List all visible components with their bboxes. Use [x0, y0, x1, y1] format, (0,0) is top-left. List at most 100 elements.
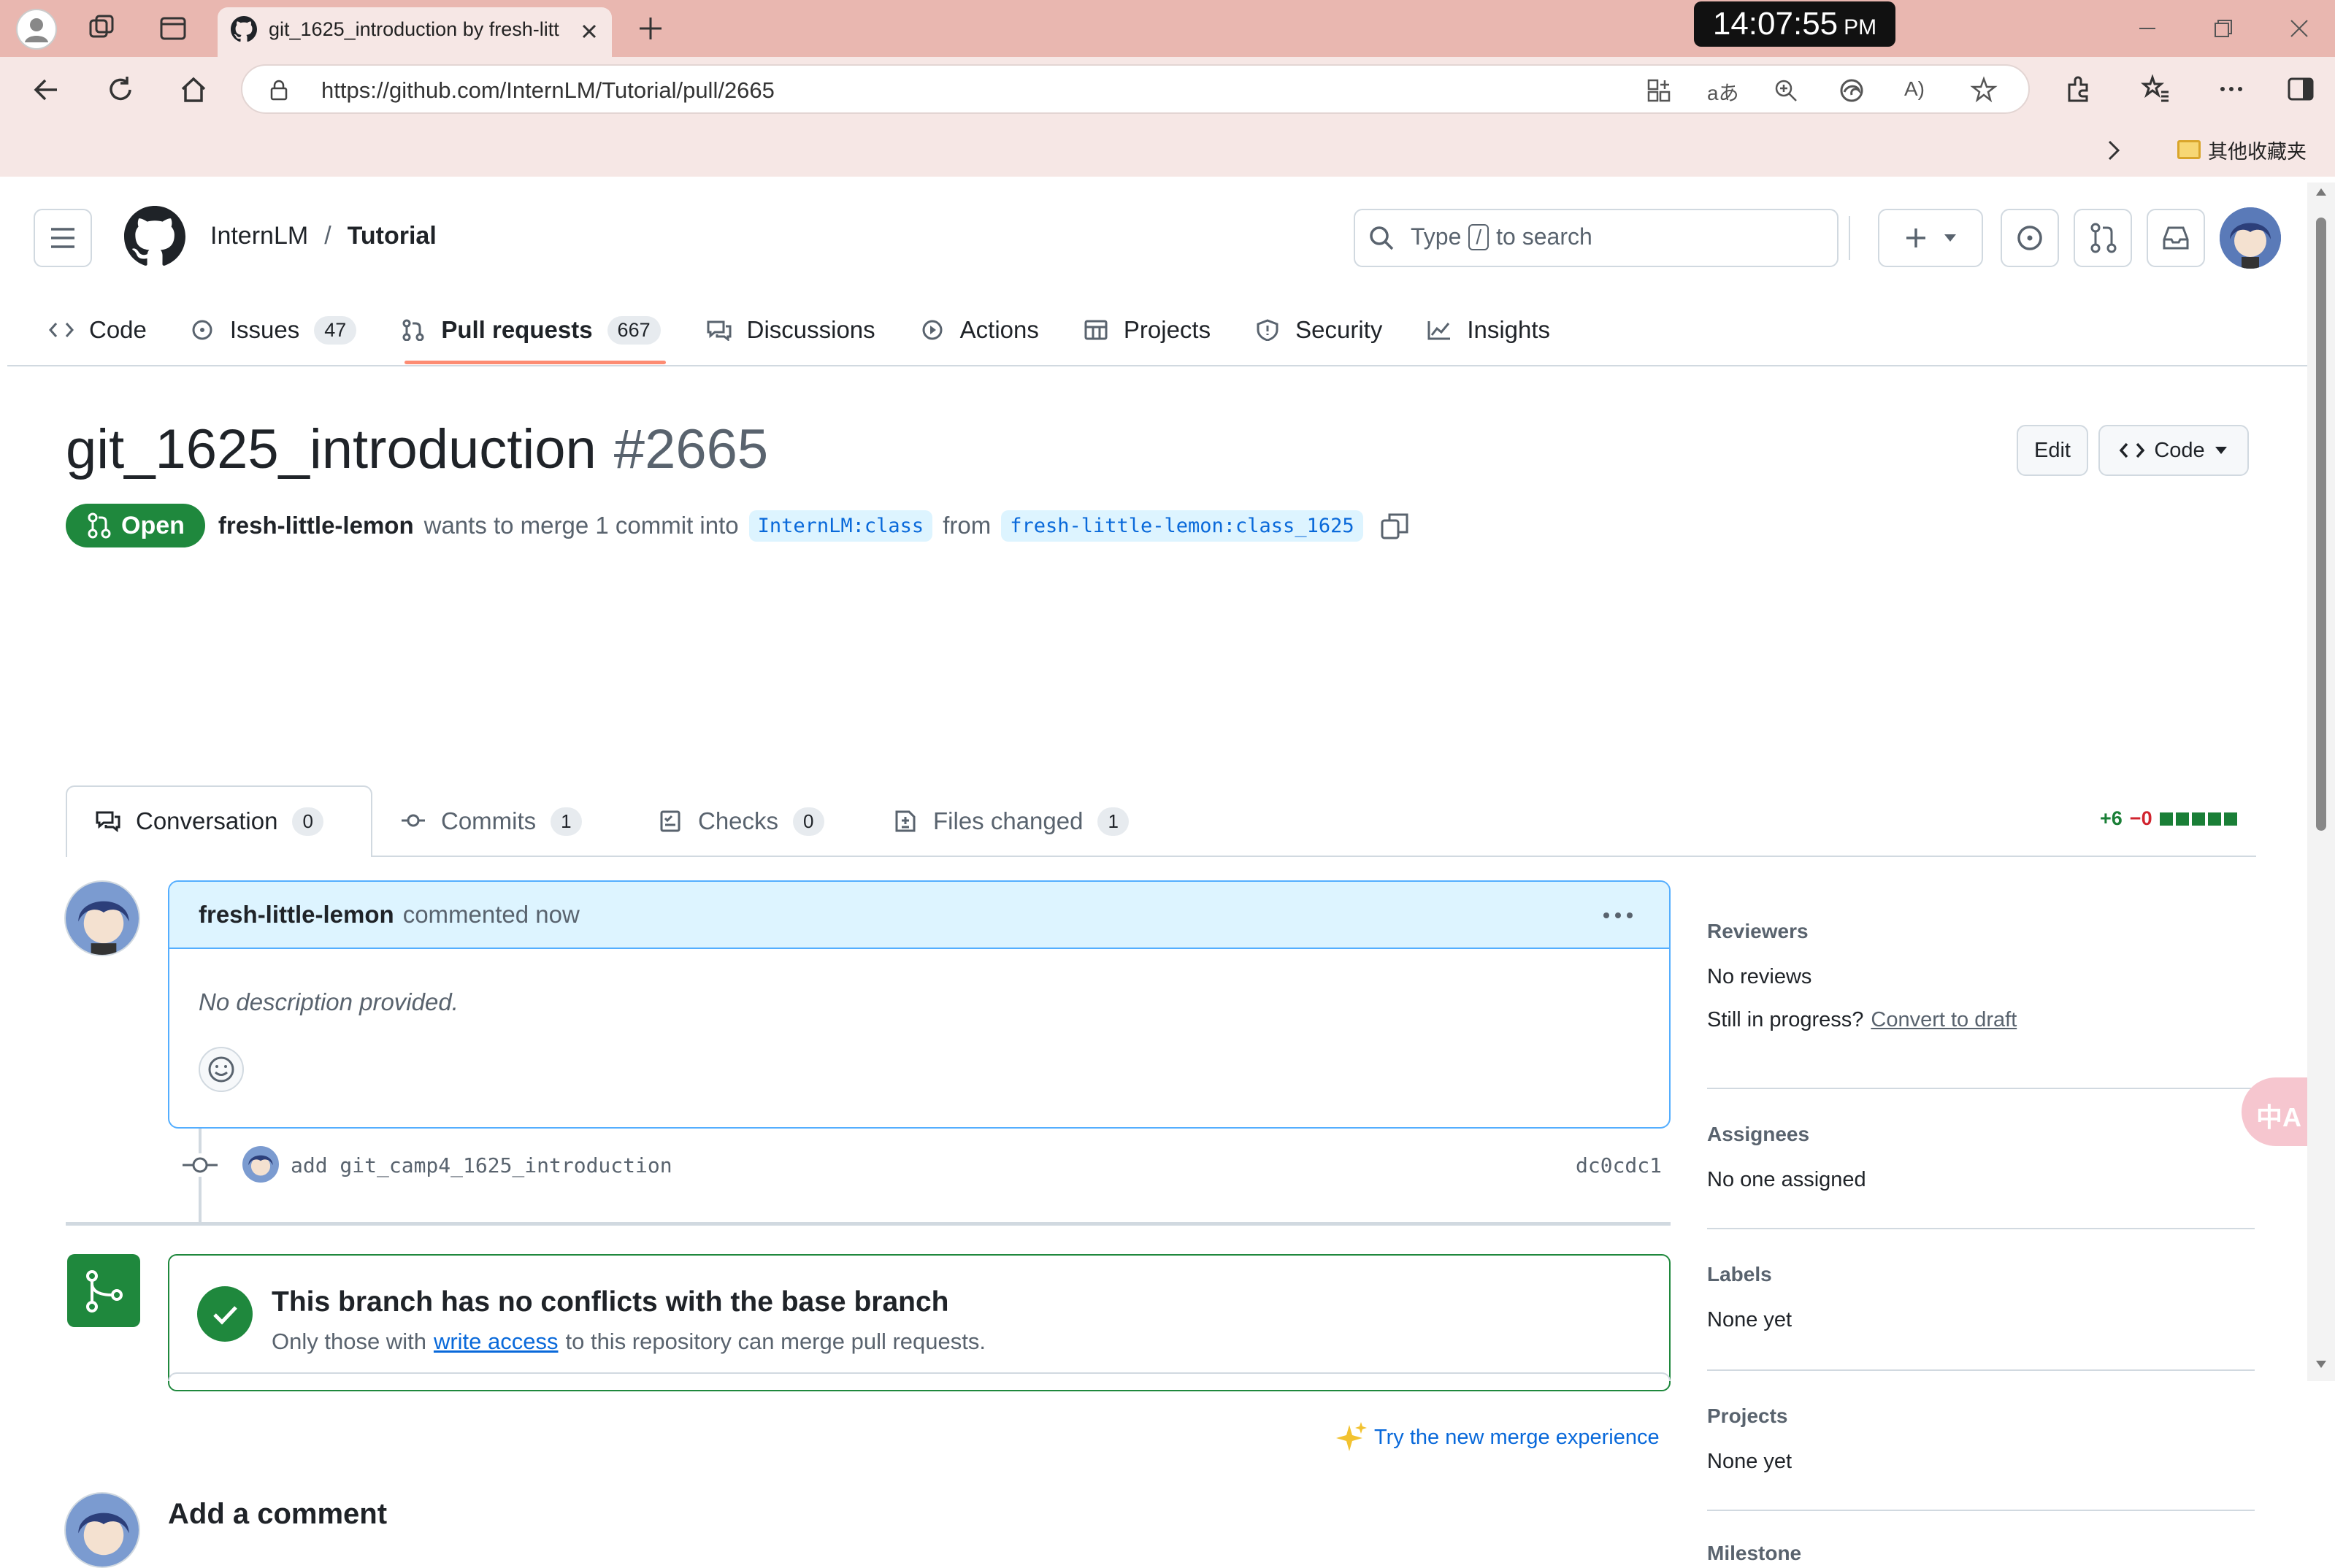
page-scrollbar[interactable] — [2307, 182, 2335, 1381]
read-aloud-icon[interactable]: A) — [1904, 77, 1925, 101]
comment-composer[interactable] — [168, 1372, 1671, 1381]
tab-projects[interactable]: Projects — [1083, 316, 1211, 344]
sidebar-toggle-icon[interactable] — [2287, 76, 2315, 102]
vertical-tabs-icon[interactable] — [158, 13, 188, 44]
minimize-icon[interactable] — [2135, 16, 2160, 41]
tab-label: Pull requests — [441, 316, 593, 343]
tab-insights[interactable]: Insights — [1426, 316, 1550, 344]
sidebar-labels-title[interactable]: Labels — [1707, 1263, 1792, 1286]
convert-to-draft-link[interactable]: Convert to draft — [1871, 1008, 2017, 1032]
close-window-icon[interactable] — [2287, 16, 2312, 41]
refresh-icon[interactable] — [105, 74, 136, 105]
copy-icon[interactable] — [1379, 510, 1410, 541]
repo-owner-link[interactable]: InternLM — [210, 222, 308, 250]
tab-label: Security — [1295, 316, 1383, 343]
commit-sha-link[interactable]: dc0cdc1 — [1576, 1153, 1662, 1177]
repo-name-link[interactable]: Tutorial — [348, 222, 437, 250]
edit-button[interactable]: Edit — [2017, 425, 2088, 476]
search-icon — [1367, 223, 1396, 253]
back-icon[interactable] — [31, 74, 61, 105]
more-menu-icon[interactable] — [2217, 74, 2246, 104]
pr-tab-commits[interactable]: Commits 1 — [400, 787, 582, 856]
menu-button[interactable] — [34, 209, 92, 267]
profile-icon[interactable] — [16, 9, 57, 50]
base-branch-label[interactable]: InternLM:class — [748, 510, 933, 542]
pull-requests-shortcut-button[interactable] — [2074, 209, 2132, 267]
create-new-button[interactable] — [1878, 209, 1983, 267]
merge-box: This branch has no conflicts with the ba… — [168, 1254, 1671, 1391]
sidebar-divider — [1707, 1088, 2255, 1089]
inbox-button[interactable] — [2147, 209, 2205, 267]
commit-avatar[interactable] — [242, 1146, 279, 1183]
write-access-link[interactable]: write access — [434, 1329, 559, 1355]
extensions-icon[interactable] — [2063, 74, 2093, 104]
tab-code[interactable]: Code — [48, 316, 147, 344]
sidebar-assignees-title[interactable]: Assignees — [1707, 1123, 1866, 1146]
pr-tab-label: Conversation — [136, 807, 278, 834]
merge-experience-label: Try the new merge experience — [1374, 1425, 1660, 1449]
avatar[interactable] — [2220, 207, 2281, 269]
header-divider — [1849, 216, 1850, 260]
comment-header: fresh-little-lemon commented now — [169, 882, 1669, 949]
search-input[interactable]: Type / to search — [1354, 209, 1839, 267]
active-tab[interactable]: git_1625_introduction by fresh-litt — [218, 7, 612, 57]
scrollbar-thumb[interactable] — [2316, 218, 2326, 831]
merge-text: wants to merge 1 commit into — [423, 512, 739, 539]
pr-tab-checks[interactable]: Checks 0 — [657, 787, 824, 856]
pr-tabs-border — [372, 856, 2256, 857]
pr-tab-files-changed[interactable]: Files changed 1 — [892, 787, 1129, 856]
pr-author-link[interactable]: fresh-little-lemon — [218, 512, 414, 539]
edge-extension-icon[interactable] — [1839, 77, 1865, 104]
add-reaction-button[interactable] — [199, 1047, 244, 1092]
tab-pull-requests[interactable]: Pull requests 667 — [400, 315, 661, 345]
code-button[interactable]: Code — [2098, 425, 2249, 476]
search-shortcut-key: / — [1468, 223, 1489, 250]
address-bar[interactable]: https://github.com/InternLM/Tutorial/pul… — [241, 64, 2030, 114]
tab-security[interactable]: Security — [1254, 316, 1382, 344]
diffstat: +6 −0 — [2100, 807, 2237, 830]
new-tab-icon[interactable] — [637, 15, 664, 42]
url-text: https://github.com/InternLM/Tutorial/pul… — [321, 77, 775, 103]
page-viewport: InternLM / Tutorial Type / to search Cod… — [7, 182, 2313, 1568]
translate-bubble-icon[interactable]: 中A — [2242, 1077, 2313, 1146]
comment-author-link[interactable]: fresh-little-lemon — [199, 901, 394, 929]
sidebar-divider — [1707, 1369, 2255, 1371]
tab-issues[interactable]: Issues 47 — [189, 315, 357, 345]
sidebar-labels-value: None yet — [1707, 1308, 1793, 1331]
scroll-down-icon[interactable] — [2315, 1359, 2327, 1369]
commit-message-link[interactable]: add git_camp4_1625_introduction — [291, 1153, 672, 1177]
tab-label: Projects — [1123, 316, 1211, 343]
app-available-icon[interactable] — [1646, 77, 1672, 104]
restore-icon[interactable] — [2211, 16, 2236, 41]
scroll-up-icon[interactable] — [2315, 187, 2327, 197]
pull-request-icon — [86, 511, 112, 540]
triangle-down-icon — [2214, 445, 2228, 456]
merge-experience-link[interactable]: Try the new merge experience — [1335, 1421, 1660, 1454]
header-bottom-border — [7, 365, 2313, 366]
tab-actions[interactable]: Actions — [919, 316, 1039, 344]
zoom-icon[interactable] — [1773, 77, 1799, 104]
translate-icon[interactable]: aあ — [1707, 77, 1739, 107]
comment-avatar[interactable] — [64, 880, 140, 956]
other-bookmarks[interactable]: 其他收藏夹 — [2177, 134, 2307, 165]
issues-shortcut-button[interactable] — [2001, 209, 2059, 267]
comment-options-icon[interactable] — [1600, 902, 1636, 929]
merge-description: Only those with write access to this rep… — [272, 1329, 986, 1355]
pr-tab-conversation[interactable]: Conversation 0 — [95, 787, 323, 856]
close-tab-icon[interactable] — [578, 20, 600, 42]
home-icon[interactable] — [178, 74, 209, 105]
bookmarks-overflow-icon[interactable] — [2103, 137, 2125, 164]
sidebar-milestone-title[interactable]: Milestone — [1707, 1542, 1801, 1565]
favorites-icon[interactable] — [2141, 74, 2170, 104]
tab-label: Issues — [229, 316, 300, 343]
file-diff-icon — [892, 810, 919, 833]
sidebar-reviewers-title[interactable]: Reviewers — [1707, 920, 2017, 943]
favorite-star-icon[interactable] — [1970, 76, 1998, 104]
sidebar-projects-title[interactable]: Projects — [1707, 1404, 1792, 1428]
pr-tab-label: Commits — [441, 807, 537, 834]
workspaces-icon[interactable] — [86, 13, 117, 44]
github-logo-icon[interactable] — [124, 206, 185, 267]
browser-tab-strip: git_1625_introduction by fresh-litt 14:0… — [0, 0, 2335, 57]
tab-discussions[interactable]: Discussions — [706, 316, 875, 344]
head-branch-label[interactable]: fresh-little-lemon:class_1625 — [1001, 510, 1363, 542]
